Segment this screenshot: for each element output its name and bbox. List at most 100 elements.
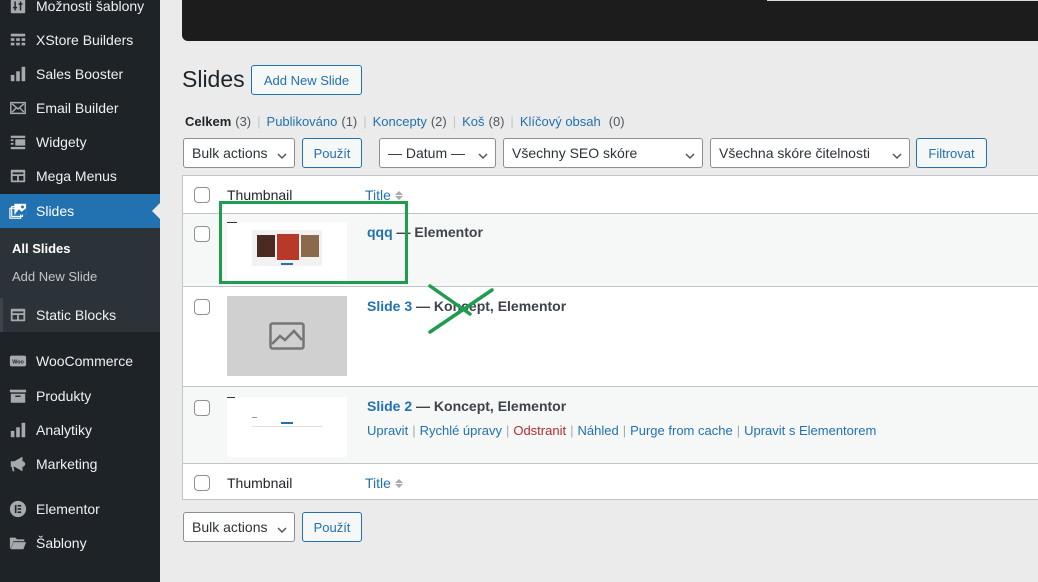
elementor-icon xyxy=(8,499,28,519)
column-title-sort[interactable]: Title xyxy=(365,475,403,491)
view-cornerstone-count: (0) xyxy=(608,114,625,129)
top-banner xyxy=(182,0,1038,41)
row-title: Slide 3 — Koncept, Elementor xyxy=(367,298,566,314)
sidebar-item-label: Slides xyxy=(36,203,75,219)
page-title: Slides xyxy=(182,66,245,92)
submenu-add-new-slide[interactable]: Add New Slide xyxy=(12,269,97,284)
sidebar-item-xstore-builders[interactable]: XStore Builders xyxy=(0,23,160,57)
layout-icon xyxy=(8,30,28,50)
sidebar-item-widgety[interactable]: Widgety xyxy=(0,125,160,159)
sidebar-item-label: Šablony xyxy=(36,535,87,551)
view-trash-count: (8) xyxy=(488,114,505,129)
sidebar-item-label: Možnosti šablony xyxy=(36,0,145,14)
action-edit[interactable]: Upravit xyxy=(367,423,408,438)
mega-menu-icon xyxy=(8,166,28,186)
sort-icon xyxy=(394,190,403,200)
bulk-actions-value: Bulk actions xyxy=(192,519,268,535)
sidebar-item-marketing[interactable]: Marketing xyxy=(0,447,160,481)
chevron-down-icon xyxy=(892,148,902,160)
chevron-down-icon xyxy=(685,148,695,160)
apply-button[interactable]: Použít xyxy=(302,138,362,168)
sidebar-item-sablony[interactable]: Šablony xyxy=(0,526,160,560)
seo-score-value: Všechny SEO skóre xyxy=(512,145,638,161)
view-all[interactable]: Celkem xyxy=(185,114,231,129)
row-state: — Koncept, Elementor xyxy=(412,298,567,314)
sidebar-item-woocommerce[interactable]: Woo WooCommerce xyxy=(0,344,160,378)
woo-icon: Woo xyxy=(8,351,28,371)
megaphone-icon xyxy=(8,454,28,474)
column-title-label: Title xyxy=(365,187,391,203)
sidebar-item-moznosti-sablony[interactable]: Možnosti šablony xyxy=(0,0,160,23)
row-checkbox[interactable] xyxy=(194,226,210,242)
row-state: — Elementor xyxy=(392,224,483,240)
action-edit-with-elementor[interactable]: Upravit s Elementorem xyxy=(744,423,876,438)
sidebar-item-email-builder[interactable]: Email Builder xyxy=(0,91,160,125)
sidebar-item-analytiky[interactable]: Analytiky xyxy=(0,413,160,447)
view-published[interactable]: Publikováno xyxy=(267,114,338,129)
sidebar-item-label: Analytiky xyxy=(36,422,93,438)
separator: | xyxy=(510,114,514,129)
table-row: Slide 3 — Koncept, Elementor xyxy=(183,286,1038,386)
bulk-actions-select-bottom[interactable]: Bulk actions xyxy=(183,512,295,542)
separator: | xyxy=(622,423,627,438)
sidebar-item-static-blocks[interactable]: Static Blocks xyxy=(0,298,160,332)
view-drafts[interactable]: Koncepty xyxy=(373,114,427,129)
table-footer: Thumbnail Title xyxy=(183,463,1038,500)
select-all-checkbox[interactable] xyxy=(194,187,210,203)
table-row: Slide 2 — Koncept, Elementor Upravit | Ryc… xyxy=(183,386,1038,463)
row-title-link[interactable]: Slide 2 xyxy=(367,398,412,414)
separator: | xyxy=(412,423,416,438)
sidebar-item-label: WooCommerce xyxy=(36,353,133,369)
separator: | xyxy=(452,114,457,129)
bulk-actions-select[interactable]: Bulk actions xyxy=(183,138,295,168)
sidebar-item-slides[interactable]: Slides xyxy=(0,194,160,228)
slide-thumbnail[interactable] xyxy=(227,397,347,457)
sidebar-item-elementor[interactable]: Elementor xyxy=(0,492,160,526)
view-trash[interactable]: Koš xyxy=(462,114,484,129)
slide-thumbnail[interactable] xyxy=(227,222,347,282)
table-row: qqq — Elementor xyxy=(183,213,1038,286)
row-title-link[interactable]: Slide 3 xyxy=(367,298,412,314)
sidebar-item-produkty[interactable]: Produkty xyxy=(0,379,160,413)
column-thumbnail: Thumbnail xyxy=(227,187,293,203)
sidebar-item-sales-booster[interactable]: Sales Booster xyxy=(0,57,160,91)
slides-table: Thumbnail Title qqq — Elementor Slide 3 … xyxy=(182,175,1038,500)
widgets-icon xyxy=(8,132,28,152)
sort-icon xyxy=(394,478,403,488)
row-checkbox[interactable] xyxy=(194,299,210,315)
column-title-sort[interactable]: Title xyxy=(365,187,403,203)
seo-score-select[interactable]: Všechny SEO skóre xyxy=(503,138,703,168)
slide-thumbnail-placeholder[interactable] xyxy=(227,296,347,376)
sidebar-item-label: Produkty xyxy=(36,388,92,404)
admin-sidebar: Možnosti šablony XStore Builders Sales B… xyxy=(0,0,160,582)
submenu-all-slides[interactable]: All Slides xyxy=(12,241,71,256)
sidebar-item-label: XStore Builders xyxy=(36,32,134,48)
action-delete[interactable]: Odstranit xyxy=(513,423,566,438)
envelope-icon xyxy=(8,98,28,118)
row-actions: Upravit | Rychlé úpravy | Odstranit | Náhled | P… xyxy=(367,423,876,438)
table-header: Thumbnail Title xyxy=(183,176,1038,213)
apply-button-bottom[interactable]: Použít xyxy=(302,512,362,542)
action-purge-cache[interactable]: Purge from cache xyxy=(630,423,733,438)
readability-score-select[interactable]: Všechna skóre čitelnosti xyxy=(710,138,910,168)
sidebar-item-mega-menus[interactable]: Mega Menus xyxy=(0,159,160,193)
svg-text:Woo: Woo xyxy=(12,359,24,365)
row-checkbox[interactable] xyxy=(194,400,210,416)
view-cornerstone[interactable]: Klíčový obsah xyxy=(520,114,601,129)
filter-button[interactable]: Filtrovat xyxy=(916,138,987,168)
add-new-slide-button[interactable]: Add New Slide xyxy=(251,65,362,95)
folder-icon xyxy=(8,533,28,553)
separator: | xyxy=(363,114,367,129)
view-drafts-count: (2) xyxy=(430,114,447,129)
date-filter-value: — Datum — xyxy=(388,145,466,161)
sliders-icon xyxy=(8,0,28,16)
readability-score-value: Všechna skóre čitelnosti xyxy=(719,145,870,161)
separator: | xyxy=(505,423,510,438)
blocks-icon xyxy=(8,305,28,325)
date-filter-select[interactable]: — Datum — xyxy=(379,138,496,168)
action-quick-edit[interactable]: Rychlé úpravy xyxy=(420,423,502,438)
row-title-link[interactable]: qqq xyxy=(367,224,393,240)
action-preview[interactable]: Náhled xyxy=(577,423,618,438)
select-all-checkbox-footer[interactable] xyxy=(194,475,210,491)
separator: | xyxy=(257,114,261,129)
